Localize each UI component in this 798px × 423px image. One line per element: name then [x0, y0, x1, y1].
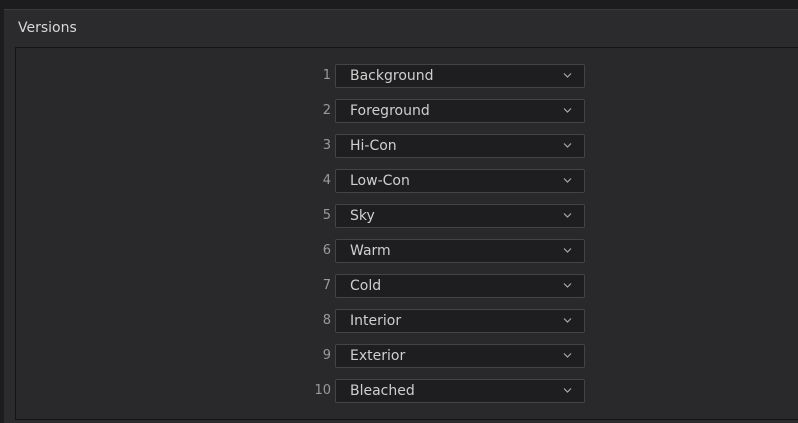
version-name: Warm	[350, 243, 391, 259]
panel-title: Versions	[18, 20, 77, 36]
version-row-10: 10 Bleached	[16, 379, 798, 403]
version-number: 3	[322, 138, 331, 153]
chevron-down-icon	[563, 353, 572, 358]
version-name: Interior	[350, 313, 402, 329]
version-number: 4	[322, 173, 331, 188]
version-name: Bleached	[350, 383, 415, 399]
version-row-2: 2 Foreground	[16, 99, 798, 123]
version-dropdown-4[interactable]: Low-Con	[335, 169, 585, 193]
version-dropdown-5[interactable]: Sky	[335, 204, 585, 228]
version-dropdown-1[interactable]: Background	[335, 64, 585, 88]
version-number: 6	[322, 243, 331, 258]
version-row-6: 6 Warm	[16, 239, 798, 263]
version-row-8: 8 Interior	[16, 309, 798, 333]
versions-list: 1 Background 2 Foreground 3 Hi-Con 4 Low…	[15, 47, 798, 420]
version-name: Exterior	[350, 348, 406, 364]
chevron-down-icon	[563, 143, 572, 148]
chevron-down-icon	[563, 73, 572, 78]
version-number: 9	[322, 348, 331, 363]
version-number: 7	[322, 278, 331, 293]
chevron-down-icon	[563, 248, 572, 253]
version-name: Low-Con	[350, 173, 410, 189]
chevron-down-icon	[563, 108, 572, 113]
version-dropdown-7[interactable]: Cold	[335, 274, 585, 298]
version-row-5: 5 Sky	[16, 204, 798, 228]
chevron-down-icon	[563, 318, 572, 323]
version-name: Foreground	[350, 103, 430, 119]
version-number: 1	[322, 68, 331, 83]
versions-panel: Versions 1 Background 2 Foreground 3 Hi-…	[4, 9, 798, 423]
version-row-4: 4 Low-Con	[16, 169, 798, 193]
chevron-down-icon	[563, 388, 572, 393]
version-dropdown-8[interactable]: Interior	[335, 309, 585, 333]
version-row-3: 3 Hi-Con	[16, 134, 798, 158]
version-number: 5	[322, 208, 331, 223]
version-number: 8	[322, 313, 331, 328]
chevron-down-icon	[563, 178, 572, 183]
version-dropdown-10[interactable]: Bleached	[335, 379, 585, 403]
version-name: Cold	[350, 278, 382, 294]
version-name: Sky	[350, 208, 375, 224]
version-row-9: 9 Exterior	[16, 344, 798, 368]
version-number: 10	[314, 383, 331, 398]
version-dropdown-2[interactable]: Foreground	[335, 99, 585, 123]
version-dropdown-6[interactable]: Warm	[335, 239, 585, 263]
version-name: Background	[350, 68, 434, 84]
version-row-1: 1 Background	[16, 64, 798, 88]
chevron-down-icon	[563, 213, 572, 218]
chevron-down-icon	[563, 283, 572, 288]
version-name: Hi-Con	[350, 138, 397, 154]
version-row-7: 7 Cold	[16, 274, 798, 298]
version-number: 2	[322, 103, 331, 118]
version-dropdown-3[interactable]: Hi-Con	[335, 134, 585, 158]
version-dropdown-9[interactable]: Exterior	[335, 344, 585, 368]
